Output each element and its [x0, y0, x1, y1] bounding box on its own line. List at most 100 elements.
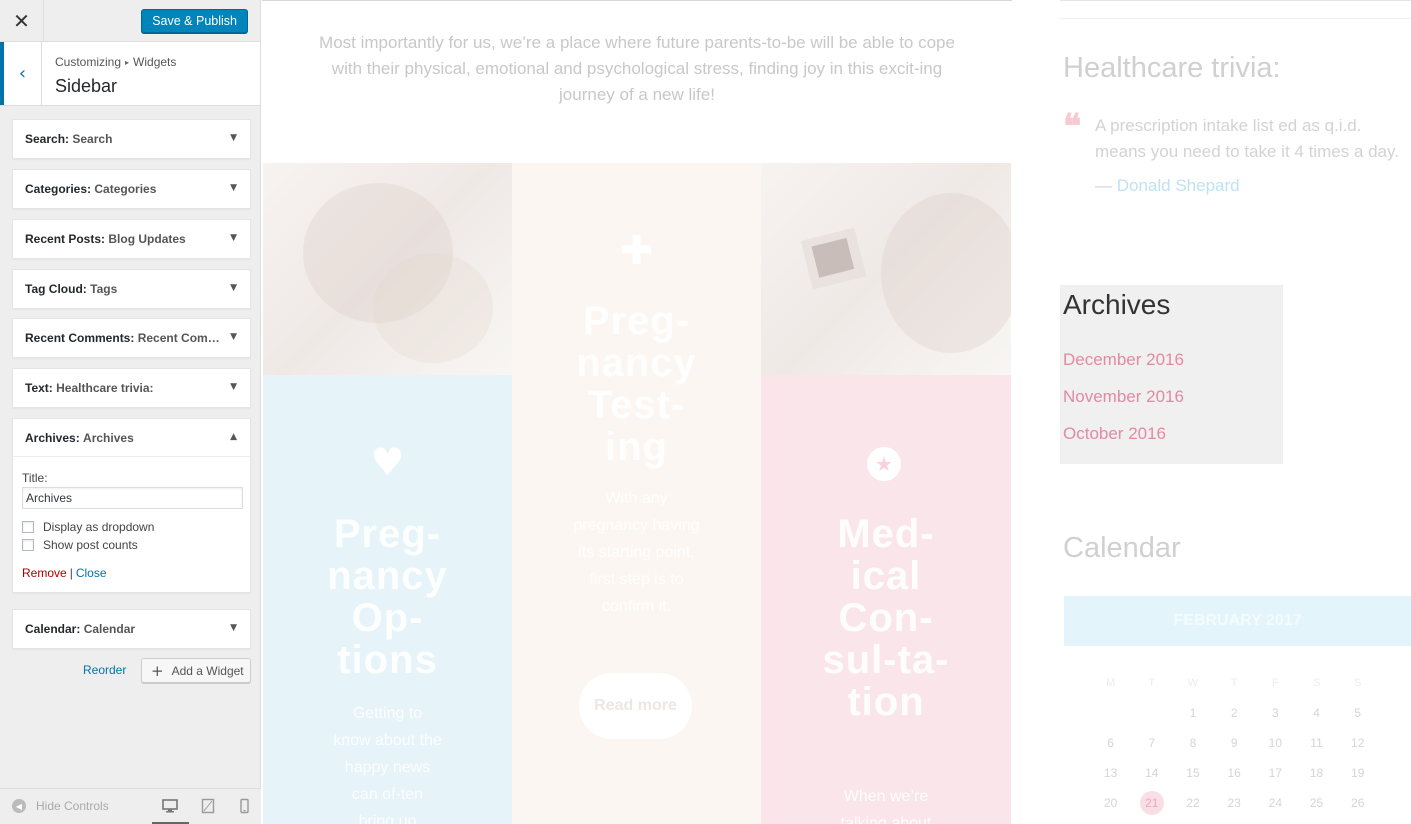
- action-separator: |: [69, 566, 73, 580]
- customizer-sidebar: ✕ Save & Publish ‹ Customizing ▸ Widgets S…: [0, 0, 261, 824]
- author-link[interactable]: Donald Shepard: [1117, 176, 1240, 195]
- quote-author: — Donald Shepard: [1095, 176, 1240, 196]
- widget-header[interactable]: Search: Search ▼: [13, 120, 250, 158]
- calendar-day: 11: [1310, 736, 1323, 750]
- widget-recent-comments[interactable]: Recent Comments: Recent Com… ▼: [12, 318, 251, 358]
- top-divider: [262, 0, 1012, 1]
- mobile-preview-icon[interactable]: [236, 798, 252, 814]
- calendar-day: 2: [1230, 706, 1238, 720]
- breadcrumb-root: Customizing: [55, 55, 122, 69]
- dropdown-option: Display as dropdown: [22, 520, 241, 534]
- widget-type: Text: [25, 381, 49, 395]
- calendar-day: 9: [1230, 736, 1238, 750]
- calendar-week: 13 14 15 16 17 18 19: [1090, 758, 1400, 788]
- intro-paragraph: Most importantly for us, we’re a place w…: [319, 33, 955, 104]
- show-post-counts-checkbox[interactable]: [22, 539, 34, 551]
- widget-tag-cloud[interactable]: Tag Cloud: Tags ▼: [12, 269, 251, 309]
- widget-type: Recent Posts: [25, 232, 102, 246]
- widget-title: Calendar: [83, 622, 136, 636]
- weekday: F: [1271, 677, 1279, 689]
- read-more-button[interactable]: Read more: [579, 673, 692, 739]
- archive-link[interactable]: November 2016: [1063, 387, 1184, 407]
- widget-type: Recent Comments: [25, 331, 131, 345]
- reorder-link[interactable]: Reorder: [83, 663, 126, 677]
- widget-header[interactable]: Text: Healthcare trivia: ▼: [13, 369, 250, 407]
- card-text: Getting to know about the happy news can…: [333, 705, 442, 824]
- expand-arrow-icon[interactable]: ▼: [230, 133, 237, 143]
- close-link[interactable]: Close: [76, 566, 107, 580]
- collapse-icon: ◀: [12, 799, 26, 813]
- collapse-arrow-icon[interactable]: ▲: [230, 432, 237, 442]
- weekday: T: [1230, 677, 1238, 689]
- widget-header[interactable]: Categories: Categories ▼: [13, 170, 250, 208]
- back-arrow-icon[interactable]: ‹: [0, 42, 42, 105]
- title-input[interactable]: [22, 487, 243, 509]
- widget-archives[interactable]: Archives: Archives ▲ Title: Display as d…: [12, 418, 251, 593]
- calendar-week: 20 21 22 23 24 25 26: [1090, 788, 1400, 818]
- customizer-header: ✕ Save & Publish: [0, 0, 260, 42]
- widget-header[interactable]: Archives: Archives ▲: [13, 419, 250, 457]
- weekday: M: [1106, 677, 1116, 689]
- calendar-title: Calendar: [1063, 532, 1181, 564]
- breadcrumb: Customizing ▸ Widgets: [55, 55, 176, 69]
- tablet-preview-icon[interactable]: [200, 798, 216, 814]
- calendar-day: 8: [1189, 736, 1197, 750]
- sidebar-divider: [1060, 18, 1411, 19]
- calendar-day: 6: [1107, 736, 1114, 750]
- ultrasound-image: [801, 227, 867, 290]
- calendar-day: 14: [1145, 766, 1159, 780]
- medical-consultation-card: ★ Med-ical Con-sul-ta-tion When we’re ta…: [761, 375, 1011, 824]
- widget-text[interactable]: Text: Healthcare trivia: ▼: [12, 368, 251, 408]
- calendar-day: 10: [1268, 736, 1283, 750]
- weekday: S: [1354, 677, 1362, 689]
- weekday: S: [1312, 677, 1321, 689]
- calendar-day: 4: [1313, 706, 1320, 720]
- site-preview: Most importantly for us, we’re a place w…: [262, 0, 1411, 824]
- calendar-day: 24: [1268, 796, 1283, 810]
- widget-header[interactable]: Calendar: Calendar ▼: [13, 610, 250, 648]
- section-header: ‹ Customizing ▸ Widgets Sidebar: [0, 42, 260, 106]
- calendar-day: 13: [1103, 766, 1118, 780]
- expand-arrow-icon[interactable]: ▼: [230, 623, 237, 633]
- add-widget-button[interactable]: + Add a Widget: [141, 658, 251, 683]
- breadcrumb-separator-icon: ▸: [125, 58, 130, 67]
- hide-controls-label: Hide Controls: [36, 799, 109, 813]
- widget-header[interactable]: Recent Posts: Blog Updates ▼: [13, 220, 250, 258]
- archive-link[interactable]: December 2016: [1063, 350, 1184, 370]
- display-dropdown-checkbox[interactable]: [22, 521, 34, 533]
- close-customizer-icon[interactable]: ✕: [0, 0, 44, 42]
- trivia-title: Healthcare trivia:: [1063, 52, 1281, 84]
- widget-header[interactable]: Tag Cloud: Tags ▼: [13, 270, 250, 308]
- widget-categories[interactable]: Categories: Categories ▼: [12, 169, 251, 209]
- archives-widget-form: Title: Display as dropdown Show post cou…: [13, 457, 250, 592]
- widget-header[interactable]: Recent Comments: Recent Com… ▼: [13, 319, 250, 357]
- remove-link[interactable]: Remove: [22, 566, 67, 580]
- expand-arrow-icon[interactable]: ▼: [230, 283, 237, 293]
- widget-title: Archives: [83, 430, 134, 445]
- save-publish-button[interactable]: Save & Publish: [141, 9, 248, 33]
- hide-controls-button[interactable]: ◀ Hide Controls: [12, 799, 109, 813]
- weekday: W: [1187, 677, 1199, 689]
- widget-type: Categories: [25, 182, 88, 196]
- star-icon: ★: [867, 447, 901, 481]
- expand-arrow-icon[interactable]: ▼: [230, 382, 237, 392]
- author-dash: —: [1095, 176, 1117, 195]
- widget-type: Archives: [25, 430, 76, 445]
- archive-link[interactable]: October 2016: [1063, 424, 1166, 444]
- archives-title: Archives: [1063, 289, 1171, 320]
- calendar-day: 20: [1103, 796, 1118, 810]
- expand-arrow-icon[interactable]: ▼: [230, 332, 237, 342]
- widget-title: Blog Updates: [108, 232, 186, 246]
- expand-arrow-icon[interactable]: ▼: [230, 233, 237, 243]
- archives-widget-preview: Archives December 2016 November 2016 Oct…: [1060, 285, 1283, 464]
- expand-arrow-icon[interactable]: ▼: [230, 183, 237, 193]
- widget-search[interactable]: Search: Search ▼: [12, 119, 251, 159]
- heart-icon: ♥: [370, 440, 405, 484]
- widget-calendar[interactable]: Calendar: Calendar ▼: [12, 609, 251, 649]
- sidebar-divider: [1060, 0, 1411, 1]
- show-post-counts-label: Show post counts: [43, 538, 138, 552]
- trivia-quote: A prescription intake list ed as q.i.d. …: [1095, 116, 1399, 161]
- mother-baby-photo: [263, 163, 512, 375]
- widget-recent-posts[interactable]: Recent Posts: Blog Updates ▼: [12, 219, 251, 259]
- desktop-preview-icon[interactable]: [162, 798, 178, 814]
